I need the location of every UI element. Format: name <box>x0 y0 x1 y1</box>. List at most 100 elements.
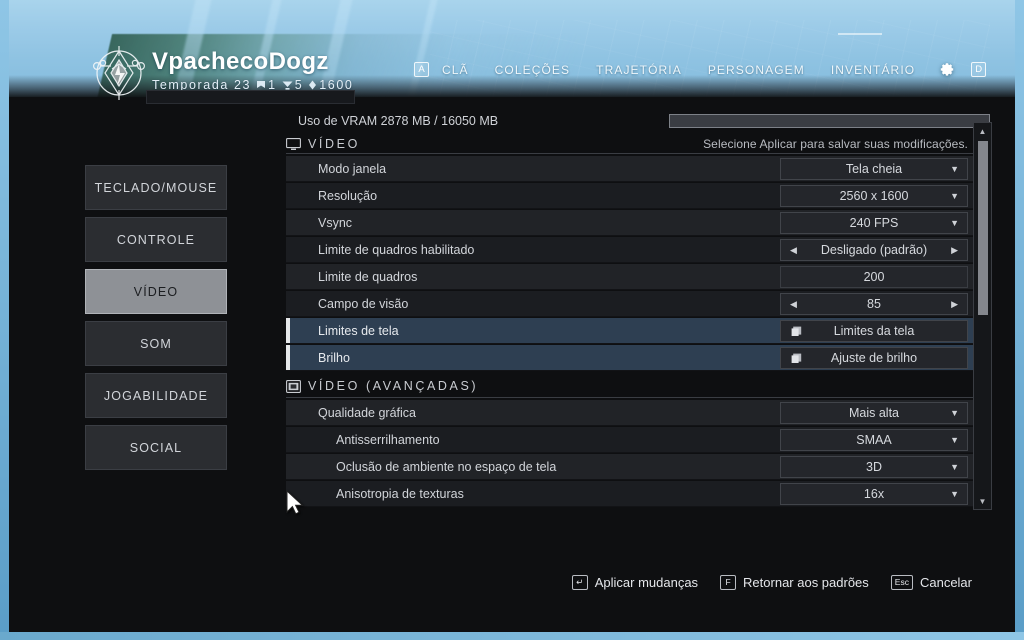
power-icon <box>309 80 317 90</box>
chevron-down-icon: ▼ <box>950 190 959 201</box>
nav-item-cla[interactable]: CLÃ <box>429 63 482 77</box>
setting-row-modo-janela[interactable]: Modo janela Tela cheia ▼ <box>286 156 977 182</box>
chevron-down-icon: ▼ <box>950 488 959 499</box>
restore-defaults-button[interactable]: F Retornar aos padrões <box>720 574 869 590</box>
chevron-down-icon: ▼ <box>950 434 959 445</box>
setting-row-qualidade-grafica[interactable]: Qualidade gráfica Mais alta ▼ <box>286 400 977 426</box>
nav-item-trajetoria[interactable]: TRAJETÓRIA <box>583 63 695 77</box>
section-title: VÍDEO <box>308 137 360 151</box>
setting-label: Qualidade gráfica <box>318 405 416 420</box>
section-header-video: VÍDEO Selecione Aplicar para salvar suas… <box>286 133 986 155</box>
cancel-button[interactable]: Esc Cancelar <box>890 574 972 590</box>
setting-value: SMAA <box>856 433 892 447</box>
vram-progress-bar <box>669 114 990 128</box>
setting-label: Modo janela <box>318 161 387 176</box>
scrollbar-thumb[interactable] <box>978 141 988 315</box>
top-navigation: A CLÃ COLEÇÕES TRAJETÓRIA PERSONAGEM INV… <box>414 61 987 78</box>
screen-bounds-icon <box>791 326 802 336</box>
key-hint-f: F <box>720 574 737 590</box>
setting-control-dropdown[interactable]: SMAA ▼ <box>780 429 968 451</box>
setting-value: 200 <box>863 270 885 284</box>
chevron-down-icon: ▼ <box>950 407 959 418</box>
player-name: VpachecoDogz <box>152 48 329 75</box>
chevron-left-icon[interactable]: ◀ <box>790 299 797 310</box>
setting-value: 2560 x 1600 <box>839 189 909 203</box>
nav-item-inventario[interactable]: INVENTÁRIO <box>818 63 928 77</box>
settings-screen: VpachecoDogz Temporada 23 1 5 1600 A CLÃ… <box>0 0 1024 640</box>
setting-value: 16x <box>863 487 885 501</box>
setting-row-limite-quadros-habilitado[interactable]: Limite de quadros habilitado ◀ Desligado… <box>286 237 977 263</box>
apply-changes-button[interactable]: ↵ Aplicar mudanças <box>571 574 699 590</box>
setting-control-dropdown[interactable]: 16x ▼ <box>780 483 968 505</box>
chevron-right-icon[interactable]: ▶ <box>951 245 958 256</box>
setting-row-resolucao[interactable]: Resolução 2560 x 1600 ▼ <box>286 183 977 209</box>
banner-icon <box>257 80 266 88</box>
player-emblem-icon <box>88 42 150 104</box>
setting-value: Ajuste de brilho <box>830 351 918 365</box>
sidebar-item-label: JOGABILIDADE <box>103 388 209 403</box>
key-hint-enter: ↵ <box>571 574 588 590</box>
chevron-down-icon[interactable]: ▼ <box>974 493 991 509</box>
monitor-icon <box>286 137 301 150</box>
sidebar-item-video[interactable]: VÍDEO <box>85 269 227 314</box>
section-divider <box>286 397 977 398</box>
setting-control-dropdown[interactable]: Tela cheia ▼ <box>780 158 968 180</box>
frame-bottom-border <box>0 632 1024 640</box>
setting-control-value[interactable]: 200 <box>780 266 968 288</box>
setting-row-oclusao-ambiente[interactable]: Oclusão de ambiente no espaço de tela 3D… <box>286 454 977 480</box>
nav-item-colecoes[interactable]: COLEÇÕES <box>482 63 584 77</box>
sidebar-item-controle[interactable]: CONTROLE <box>85 217 227 262</box>
sidebar-item-teclado-mouse[interactable]: TECLADO/MOUSE <box>85 165 227 210</box>
setting-row-campo-de-visao[interactable]: Campo de visão ◀ 85 ▶ <box>286 291 977 317</box>
setting-control-stepper[interactable]: ◀ Desligado (padrão) ▶ <box>780 239 968 261</box>
setting-label: Oclusão de ambiente no espaço de tela <box>336 459 557 474</box>
chevron-down-icon: ▼ <box>950 217 959 228</box>
setting-row-anisotropia-texturas[interactable]: Anisotropia de texturas 16x ▼ <box>286 481 977 507</box>
setting-label: Campo de visão <box>318 296 409 311</box>
sidebar-item-jogabilidade[interactable]: JOGABILIDADE <box>85 373 227 418</box>
settings-scrollbar[interactable]: ▲ ▼ <box>973 122 992 510</box>
setting-control-dropdown[interactable]: 240 FPS ▼ <box>780 212 968 234</box>
action-label: Retornar aos padrões <box>743 574 869 590</box>
setting-row-vsync[interactable]: Vsync 240 FPS ▼ <box>286 210 977 236</box>
chevron-left-icon[interactable]: ◀ <box>790 245 797 256</box>
nav-next-key[interactable]: D <box>971 62 987 77</box>
setting-label: Anisotropia de texturas <box>336 486 464 501</box>
chevron-down-icon: ▼ <box>950 163 959 174</box>
nav-active-underline <box>838 33 882 35</box>
setting-row-antisserrilhamento[interactable]: Antisserrilhamento SMAA ▼ <box>286 427 977 453</box>
crest-icon <box>282 81 293 90</box>
banner-progress-strip <box>146 90 355 104</box>
sidebar-item-social[interactable]: SOCIAL <box>85 425 227 470</box>
setting-control-dropdown[interactable]: 3D ▼ <box>780 456 968 478</box>
setting-row-brilho[interactable]: Brilho Ajuste de brilho <box>286 345 977 371</box>
setting-value: Limites da tela <box>833 324 915 338</box>
setting-control-window[interactable]: Ajuste de brilho <box>780 347 968 369</box>
frame-right-border <box>1015 0 1024 640</box>
setting-row-limite-quadros[interactable]: Limite de quadros 200 <box>286 264 977 290</box>
sidebar-item-label: SOM <box>140 336 172 351</box>
setting-label: Resolução <box>318 188 378 203</box>
chevron-right-icon[interactable]: ▶ <box>951 299 958 310</box>
setting-control-dropdown[interactable]: Mais alta ▼ <box>780 402 968 424</box>
section-title: VÍDEO (AVANÇADAS) <box>308 379 479 393</box>
setting-control-window[interactable]: Limites da tela <box>780 320 968 342</box>
setting-control-dropdown[interactable]: 2560 x 1600 ▼ <box>780 185 968 207</box>
vram-usage: Uso de VRAM 2878 MB / 16050 MB <box>298 112 990 130</box>
setting-label: Limite de quadros habilitado <box>318 242 475 257</box>
sidebar-item-label: CONTROLE <box>116 232 196 247</box>
brightness-window-icon <box>791 353 802 363</box>
setting-value: 240 FPS <box>849 216 899 230</box>
key-hint-esc: Esc <box>890 574 913 590</box>
action-label: Aplicar mudanças <box>594 574 699 590</box>
nav-prev-key[interactable]: A <box>414 62 429 77</box>
setting-row-limites-de-tela[interactable]: Limites de tela Limites da tela <box>286 318 977 344</box>
chevron-up-icon[interactable]: ▲ <box>974 123 991 139</box>
setting-control-stepper[interactable]: ◀ 85 ▶ <box>780 293 968 315</box>
player-info: VpachecoDogz Temporada 23 1 5 1600 <box>152 48 353 93</box>
setting-label: Antisserrilhamento <box>336 432 440 447</box>
sidebar-item-som[interactable]: SOM <box>85 321 227 366</box>
section-header-video-avancadas: VÍDEO (AVANÇADAS) <box>286 375 986 397</box>
nav-item-personagem[interactable]: PERSONAGEM <box>695 63 818 77</box>
gear-icon[interactable] <box>938 61 955 78</box>
